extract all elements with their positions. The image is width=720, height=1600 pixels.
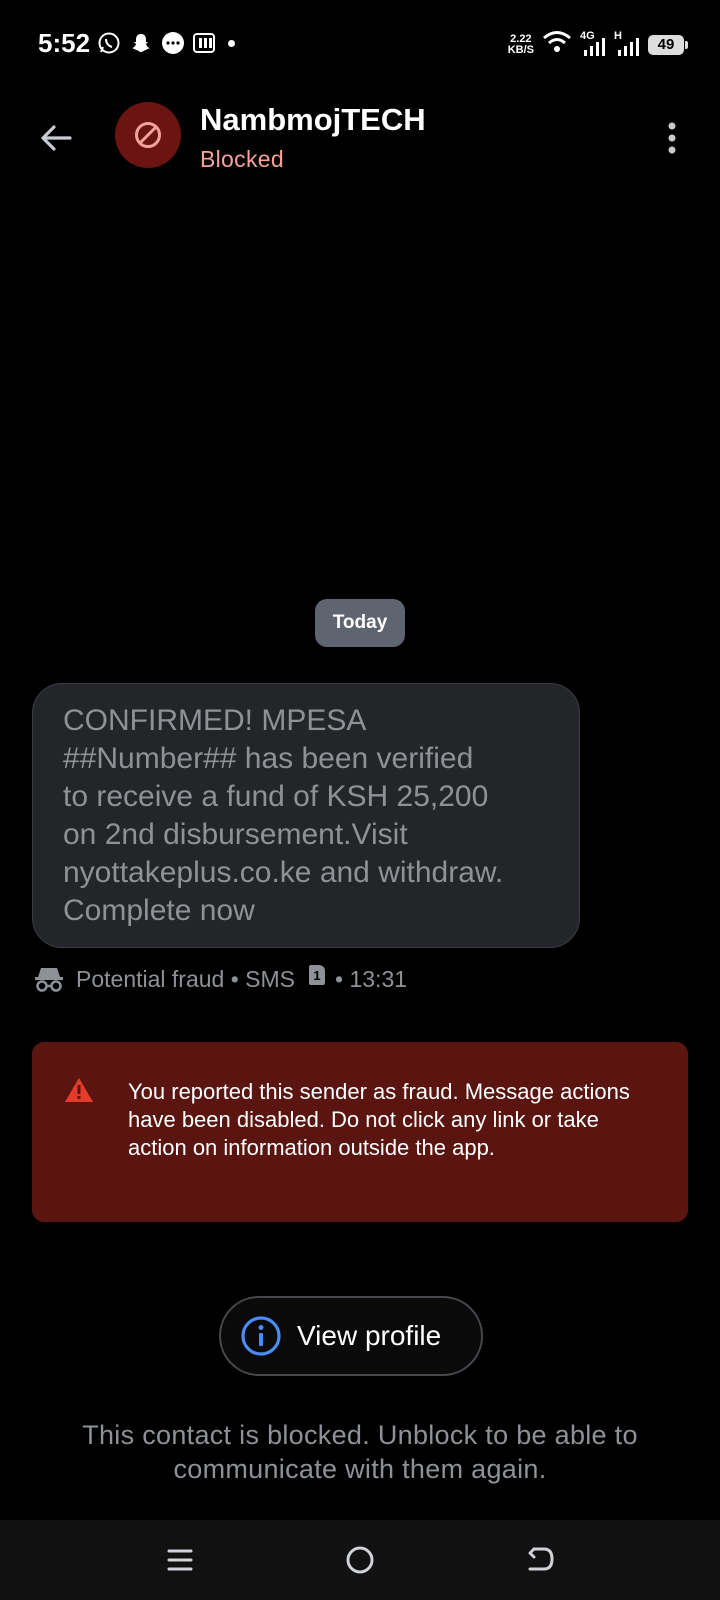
- date-chip: Today: [315, 599, 405, 647]
- more-options-button[interactable]: [650, 112, 694, 164]
- system-icons: 2.22 KB/S 4G H 49: [507, 30, 688, 59]
- data-rate-unit: KB/S: [507, 43, 534, 56]
- meta-separator: •: [224, 965, 246, 992]
- status-bar: 5:52 2.22 KB/S 4G H 49: [0, 0, 720, 90]
- back-button[interactable]: [30, 112, 82, 164]
- whatsapp-icon: [96, 30, 122, 56]
- message-bubble[interactable]: CONFIRMED! MPESA ##Number## has been ver…: [32, 683, 580, 948]
- snapchat-icon: [128, 30, 154, 56]
- fraud-warning-banner: You reported this sender as fraud. Messa…: [32, 1042, 688, 1222]
- sim-number: 1: [313, 967, 321, 983]
- message-text: CONFIRMED! MPESA ##Number## has been ver…: [63, 704, 504, 927]
- fraud-warning-text: You reported this sender as fraud. Messa…: [128, 1079, 630, 1160]
- notification-icons: [96, 30, 235, 56]
- blocked-icon: [135, 122, 161, 148]
- data-rate: 2.22 KB/S: [507, 32, 534, 56]
- app-notification-icon: [192, 30, 218, 56]
- arrow-left-icon: [41, 125, 72, 151]
- back-nav-button[interactable]: [514, 1534, 566, 1586]
- messenger-icon: [160, 30, 186, 56]
- recent-apps-button[interactable]: [154, 1534, 206, 1586]
- spy-icon: [32, 964, 66, 994]
- blocked-notice: This contact is blocked. Unblock to be a…: [82, 1420, 638, 1484]
- conversation-header: NambmojTECH Blocked: [0, 90, 720, 185]
- view-profile-label: View profile: [297, 1320, 442, 1351]
- fraud-label: Potential fraud: [76, 965, 225, 992]
- sim-icon: 1: [309, 965, 326, 985]
- battery-level: 49: [657, 36, 675, 53]
- home-icon: [346, 1546, 374, 1574]
- status-time: 5:52: [38, 28, 91, 58]
- contact-name[interactable]: NambmojTECH: [200, 102, 426, 138]
- wifi-icon: [542, 30, 572, 59]
- signal-h-icon: H: [614, 30, 640, 58]
- battery-icon: 49: [648, 34, 688, 55]
- menu-icon: [167, 1549, 193, 1571]
- info-icon: [239, 1314, 283, 1358]
- contact-status: Blocked: [200, 146, 284, 172]
- message-meta: Potential fraud • SMS 1 • 13:31: [32, 962, 407, 996]
- view-profile-button[interactable]: View profile: [219, 1296, 483, 1376]
- meta-separator: •: [335, 965, 350, 992]
- data-rate-value: 2.22: [510, 32, 532, 45]
- signal-4g-icon: 4G: [580, 30, 606, 58]
- home-button[interactable]: [334, 1534, 386, 1586]
- more-notifications-dot: [228, 39, 235, 47]
- warning-triangle-icon: [65, 1078, 93, 1102]
- message-time: 13:31: [349, 965, 408, 992]
- channel-label: SMS: [245, 965, 296, 992]
- more-vert-icon: [668, 122, 676, 154]
- contact-avatar[interactable]: [115, 102, 181, 168]
- system-navigation-bar: [0, 1520, 720, 1600]
- back-icon: [528, 1547, 554, 1571]
